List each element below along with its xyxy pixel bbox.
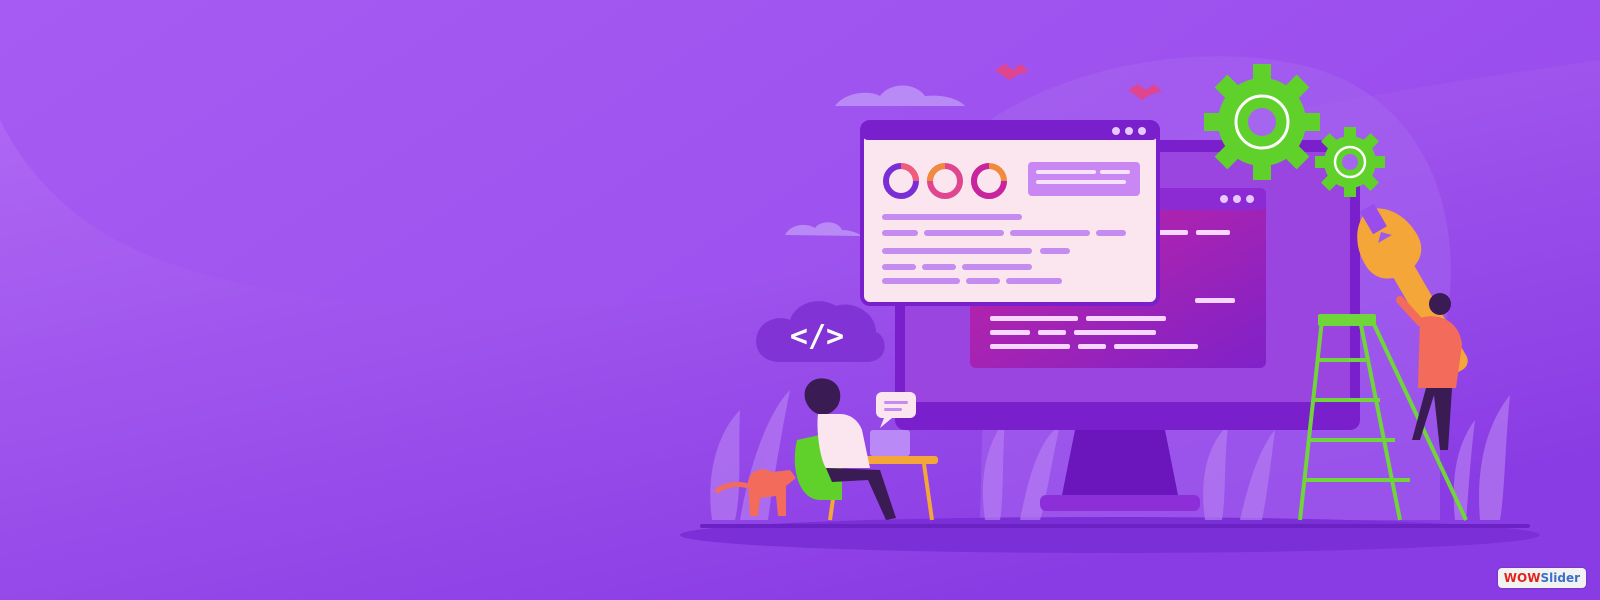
hero-banner-illustration: </> [0, 0, 1600, 600]
code-tag-label: </> [790, 319, 844, 354]
watermark-slider: Slider [1540, 571, 1580, 585]
ladder-top [1318, 314, 1376, 326]
laptop-icon [870, 430, 910, 456]
wowslider-watermark[interactable]: WOWSlider [1497, 568, 1586, 588]
dashboard-card [860, 120, 1160, 306]
ground-line [700, 524, 1530, 528]
watermark-wow: WOW [1503, 571, 1541, 585]
ground-shadow [680, 517, 1540, 553]
